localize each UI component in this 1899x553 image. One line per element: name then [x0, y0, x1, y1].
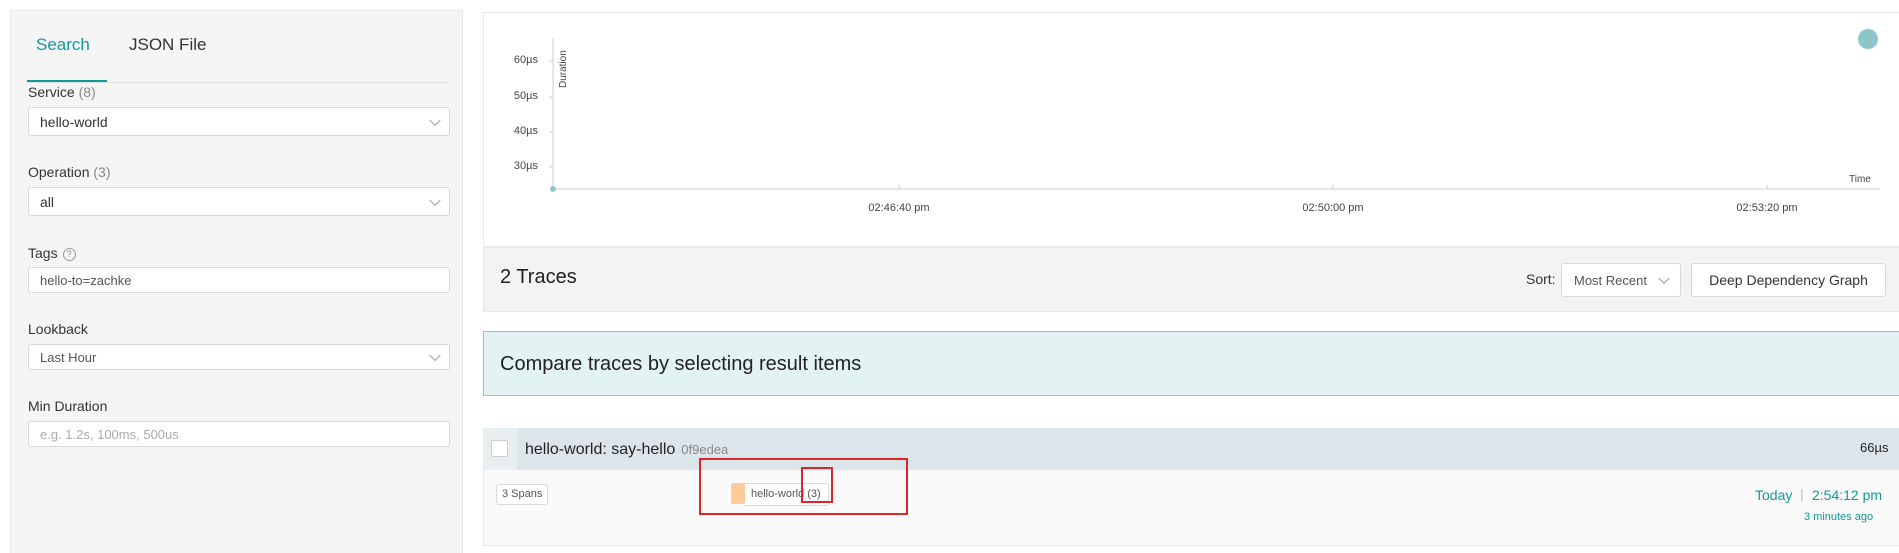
- sort-select-value: Most Recent: [1574, 272, 1647, 288]
- x-tick-label: 02:46:40 pm: [868, 202, 930, 214]
- y-tick-label: 50µs: [513, 90, 538, 102]
- trace-date: Today: [1755, 487, 1793, 503]
- y-tick-label: 40µs: [513, 125, 538, 137]
- trace-duration: 66µs: [1860, 440, 1889, 455]
- trace-relative-time: 3 minutes ago: [1804, 511, 1874, 523]
- results-header: [483, 247, 1899, 312]
- trace-item-body[interactable]: [483, 470, 1899, 546]
- y-tick-label: 60µs: [513, 54, 538, 66]
- chevron-down-icon: [1658, 272, 1670, 285]
- x-tick-label: 02:53:20 pm: [1736, 202, 1798, 214]
- traces-count: 2 Traces: [500, 266, 577, 288]
- trace-title[interactable]: hello-world: say-hello 0f9edea: [525, 441, 728, 459]
- date-separator: |: [1800, 486, 1804, 502]
- sort-select[interactable]: Most Recent: [1561, 263, 1681, 297]
- y-tick-label: 30µs: [513, 160, 538, 172]
- trace-select-checkbox[interactable]: [491, 440, 508, 457]
- trace-id: 0f9edea: [681, 442, 729, 457]
- trace-name: hello-world: say-hello: [525, 441, 676, 458]
- x-tick-label: 02:50:00 pm: [1302, 202, 1364, 214]
- y-axis-title: Duration: [558, 50, 569, 88]
- compare-banner-text: Compare traces by selecting result items: [500, 353, 862, 375]
- axis-origin-dot: [550, 186, 556, 192]
- spans-count-tag: 3 Spans: [496, 484, 549, 505]
- sort-label: Sort:: [1526, 271, 1556, 287]
- deep-dependency-graph-button[interactable]: Deep Dependency Graph: [1691, 263, 1886, 297]
- trace-time: 2:54:12 pm: [1812, 487, 1883, 503]
- trace-point[interactable]: [1858, 29, 1878, 49]
- x-axis-title: Time: [1849, 174, 1871, 185]
- annotation-box: [801, 467, 833, 503]
